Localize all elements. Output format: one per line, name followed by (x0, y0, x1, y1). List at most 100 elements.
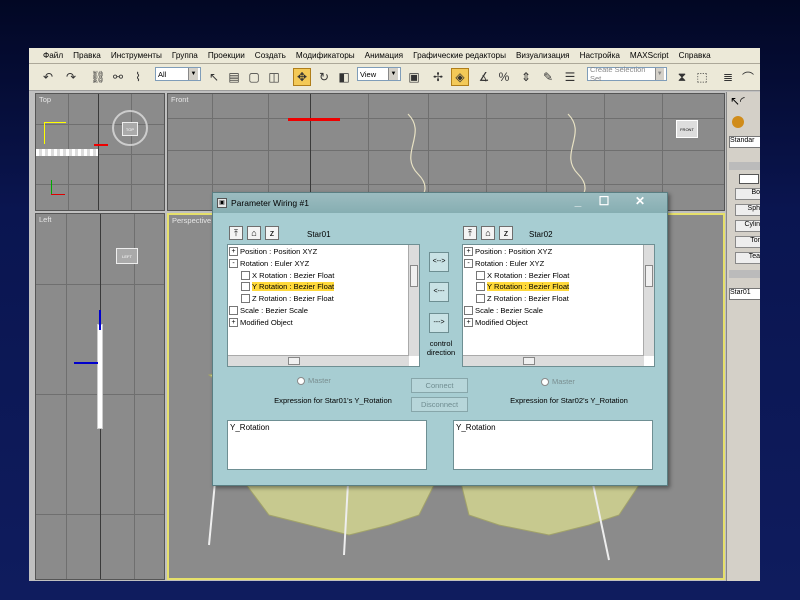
menu-item[interactable]: Модификаторы (291, 51, 360, 60)
left-expression-field[interactable]: Y_Rotation (227, 420, 427, 470)
maximize-icon[interactable]: ☐ (597, 195, 611, 209)
left-param-tree[interactable]: + Position : Position XYZ - Rotation : Eule… (227, 244, 420, 367)
viewcube-top-icon[interactable]: TOP (122, 122, 138, 136)
viewcube-left-icon[interactable]: LEFT (116, 248, 138, 264)
menu-item[interactable]: Справка (674, 51, 716, 60)
select-move-icon[interactable]: ✥ (293, 68, 311, 86)
expand-icon[interactable]: + (229, 317, 238, 327)
dialog-titlebar[interactable]: ▣ Parameter Wiring #1 _ ☐ ✕ (213, 193, 667, 213)
right-arrow-button[interactable]: ---> (429, 313, 449, 333)
tree-row[interactable]: + Position : Position XYZ (229, 246, 317, 257)
align-icon[interactable]: ⬚ (693, 68, 711, 86)
sphere-button[interactable]: Sph (735, 204, 760, 216)
named-sets-icon[interactable]: ☰ (561, 68, 579, 86)
viewport-top[interactable]: Top TOP (35, 93, 165, 211)
percent-snap-icon[interactable]: % (495, 68, 513, 86)
autogrid-checkbox[interactable] (739, 174, 759, 184)
tree-row[interactable]: - Rotation : Euler XYZ (229, 258, 309, 269)
undo-icon[interactable]: ↶ (39, 68, 57, 86)
object-name-field[interactable]: Star01 (729, 288, 760, 300)
bidirectional-arrow-button[interactable]: <--> (429, 252, 449, 272)
track-icon[interactable] (476, 282, 485, 292)
track-icon[interactable] (464, 306, 473, 315)
tree-row[interactable]: X Rotation : Bezier Float (476, 270, 569, 281)
layer-manager-icon[interactable]: ≣ (719, 68, 737, 86)
right-expression-field[interactable]: Y_Rotation (453, 420, 653, 470)
right-param-tree[interactable]: + Position : Position XYZ - Rotation : Eule… (462, 244, 655, 367)
connect-button[interactable]: Connect (411, 378, 468, 393)
object-type-dropdown[interactable]: Standar (729, 136, 760, 148)
selection-filter-dropdown[interactable]: All ▼ (155, 67, 201, 81)
window-crossing-icon[interactable]: ◫ (265, 68, 283, 86)
ref-coord-dropdown[interactable]: View ▼ (357, 67, 401, 81)
wire-params-icon[interactable]: z (265, 226, 279, 240)
tree-row[interactable]: - Rotation : Euler XYZ (464, 258, 544, 269)
track-icon[interactable] (241, 270, 250, 280)
redo-icon[interactable]: ↷ (62, 68, 80, 86)
select-manipulate-icon[interactable]: ✢ (429, 68, 447, 86)
wire-params-icon[interactable]: z (499, 226, 513, 240)
tree-row[interactable]: + Modified Object (464, 317, 528, 328)
rect-selection-icon[interactable]: ▢ (245, 68, 263, 86)
pivot-center-icon[interactable]: ▣ (405, 68, 423, 86)
box-button[interactable]: Bo (735, 188, 760, 200)
tree-row[interactable]: Scale : Bezier Scale (229, 305, 308, 316)
right-vscroll[interactable] (643, 245, 654, 356)
menu-item[interactable]: Группа (167, 51, 203, 60)
select-scale-icon[interactable]: ◧ (335, 68, 353, 86)
link-icon[interactable]: ⛓ (89, 68, 107, 86)
track-icon[interactable] (241, 294, 250, 304)
angle-snap-icon[interactable]: ∡ (475, 68, 493, 86)
left-vscroll[interactable] (408, 245, 419, 356)
tree-row[interactable]: Y Rotation : Bezier Float (241, 281, 335, 292)
create-tab-icon[interactable]: ↖◜ (730, 94, 758, 112)
torus-button[interactable]: Tor (735, 236, 760, 248)
tree-row[interactable]: Z Rotation : Bezier Float (241, 293, 334, 304)
expand-icon[interactable]: + (464, 317, 473, 327)
menu-item[interactable]: Проекции (203, 51, 250, 60)
collapse-icon[interactable]: - (464, 258, 473, 268)
viewport-label-left[interactable]: Left (39, 215, 52, 224)
menu-item[interactable]: Инструменты (106, 51, 167, 60)
menu-item[interactable]: Анимация (360, 51, 408, 60)
rollout-header[interactable] (729, 270, 760, 278)
curve-editor-icon[interactable]: ⌒ (739, 68, 757, 86)
menu-item[interactable]: MAXScript (625, 51, 674, 60)
expand-icon[interactable]: + (229, 247, 238, 256)
menu-item[interactable]: Файл (38, 51, 68, 60)
minimize-icon[interactable]: _ (571, 195, 585, 209)
menu-item[interactable]: Графические редакторы (408, 51, 511, 60)
rollout-header[interactable] (729, 162, 760, 170)
named-selection-sets-dropdown[interactable]: Create Selection Set ▼ (587, 65, 667, 83)
tree-row[interactable]: Scale : Bezier Scale (464, 305, 543, 316)
left-arrow-button[interactable]: <--- (429, 282, 449, 302)
find-next-icon[interactable]: ⤒ (229, 226, 243, 240)
menu-item[interactable]: Настройка (575, 51, 625, 60)
close-icon[interactable]: ✕ (631, 195, 649, 209)
tree-row[interactable]: Z Rotation : Bezier Float (476, 293, 569, 304)
spinner-snap-icon[interactable]: ⇕ (517, 68, 535, 86)
mirror-icon[interactable]: ⧗ (673, 68, 691, 86)
menu-item[interactable]: Визуализация (511, 51, 575, 60)
viewcube-front-icon[interactable]: FRONT (676, 120, 698, 138)
cylinder-button[interactable]: Cylin (735, 220, 760, 232)
tree-row[interactable]: + Position : Position XYZ (464, 246, 552, 257)
geometry-icon[interactable] (732, 116, 744, 128)
tree-row[interactable]: + Modified Object (229, 317, 293, 328)
viewport-left[interactable]: Left LEFT (35, 213, 165, 580)
right-master-radio[interactable]: Master (541, 377, 575, 386)
track-view-icon[interactable]: ⌂ (247, 226, 261, 240)
unlink-icon[interactable]: ⚯ (109, 68, 127, 86)
teapot-button[interactable]: Tea (735, 252, 760, 264)
edit-named-sets-icon[interactable]: ✎ (539, 68, 557, 86)
track-icon[interactable] (241, 282, 250, 292)
track-icon[interactable] (229, 306, 238, 315)
viewport-label-top[interactable]: Top (39, 95, 51, 104)
tree-row[interactable]: X Rotation : Bezier Float (241, 270, 334, 281)
bind-space-warp-icon[interactable]: ⌇ (129, 68, 147, 86)
menu-item[interactable]: Правка (68, 51, 106, 60)
tree-row[interactable]: Y Rotation : Bezier Float (476, 281, 570, 292)
select-object-icon[interactable]: ↖ (205, 68, 223, 86)
select-by-name-icon[interactable]: ▤ (225, 68, 243, 86)
left-hscroll[interactable] (228, 355, 409, 366)
